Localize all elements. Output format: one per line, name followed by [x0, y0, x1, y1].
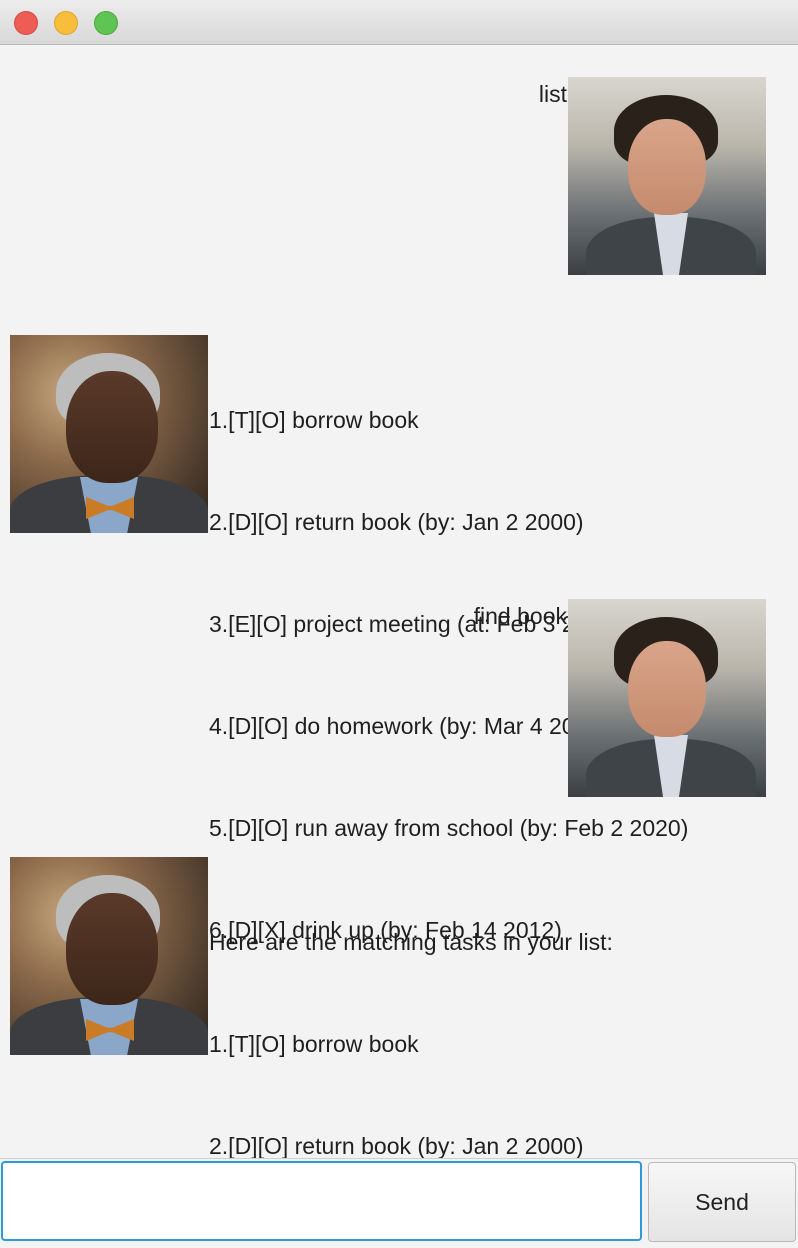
close-window-button[interactable] — [14, 11, 38, 35]
user-avatar — [568, 599, 766, 797]
send-button[interactable]: Send — [648, 1162, 796, 1242]
title-bar — [0, 0, 798, 45]
avatar-face — [66, 371, 158, 483]
task-line: 2.[D][O] return book (by: Jan 2 2000) — [209, 509, 584, 535]
avatar-face — [628, 119, 706, 215]
maximize-window-button[interactable] — [94, 11, 118, 35]
bot-dialog: 1.[T][O] borrow book 2.[D][O] return boo… — [0, 335, 798, 943]
user-dialog: find book — [0, 599, 798, 797]
bot-avatar — [10, 857, 208, 1055]
bot-avatar — [10, 335, 208, 533]
command-input[interactable] — [1, 1161, 642, 1241]
avatar-face — [66, 893, 158, 1005]
result-header: Here are the matching tasks in your list… — [209, 929, 613, 955]
user-message: find book — [473, 603, 567, 629]
task-line: 1.[T][O] borrow book — [209, 1031, 419, 1057]
task-line: 5.[D][O] run away from school (by: Feb 2… — [209, 815, 689, 841]
avatar-face — [628, 641, 706, 737]
task-line: 1.[T][O] borrow book — [209, 407, 419, 433]
user-avatar — [568, 77, 766, 275]
user-message: list — [538, 81, 567, 107]
chat-window: list 1.[T][O] borrow book 2.[D][O] retur… — [0, 0, 798, 1248]
user-dialog: list — [0, 77, 798, 275]
bot-dialog: Here are the matching tasks in your list… — [0, 857, 798, 1159]
minimize-window-button[interactable] — [54, 11, 78, 35]
